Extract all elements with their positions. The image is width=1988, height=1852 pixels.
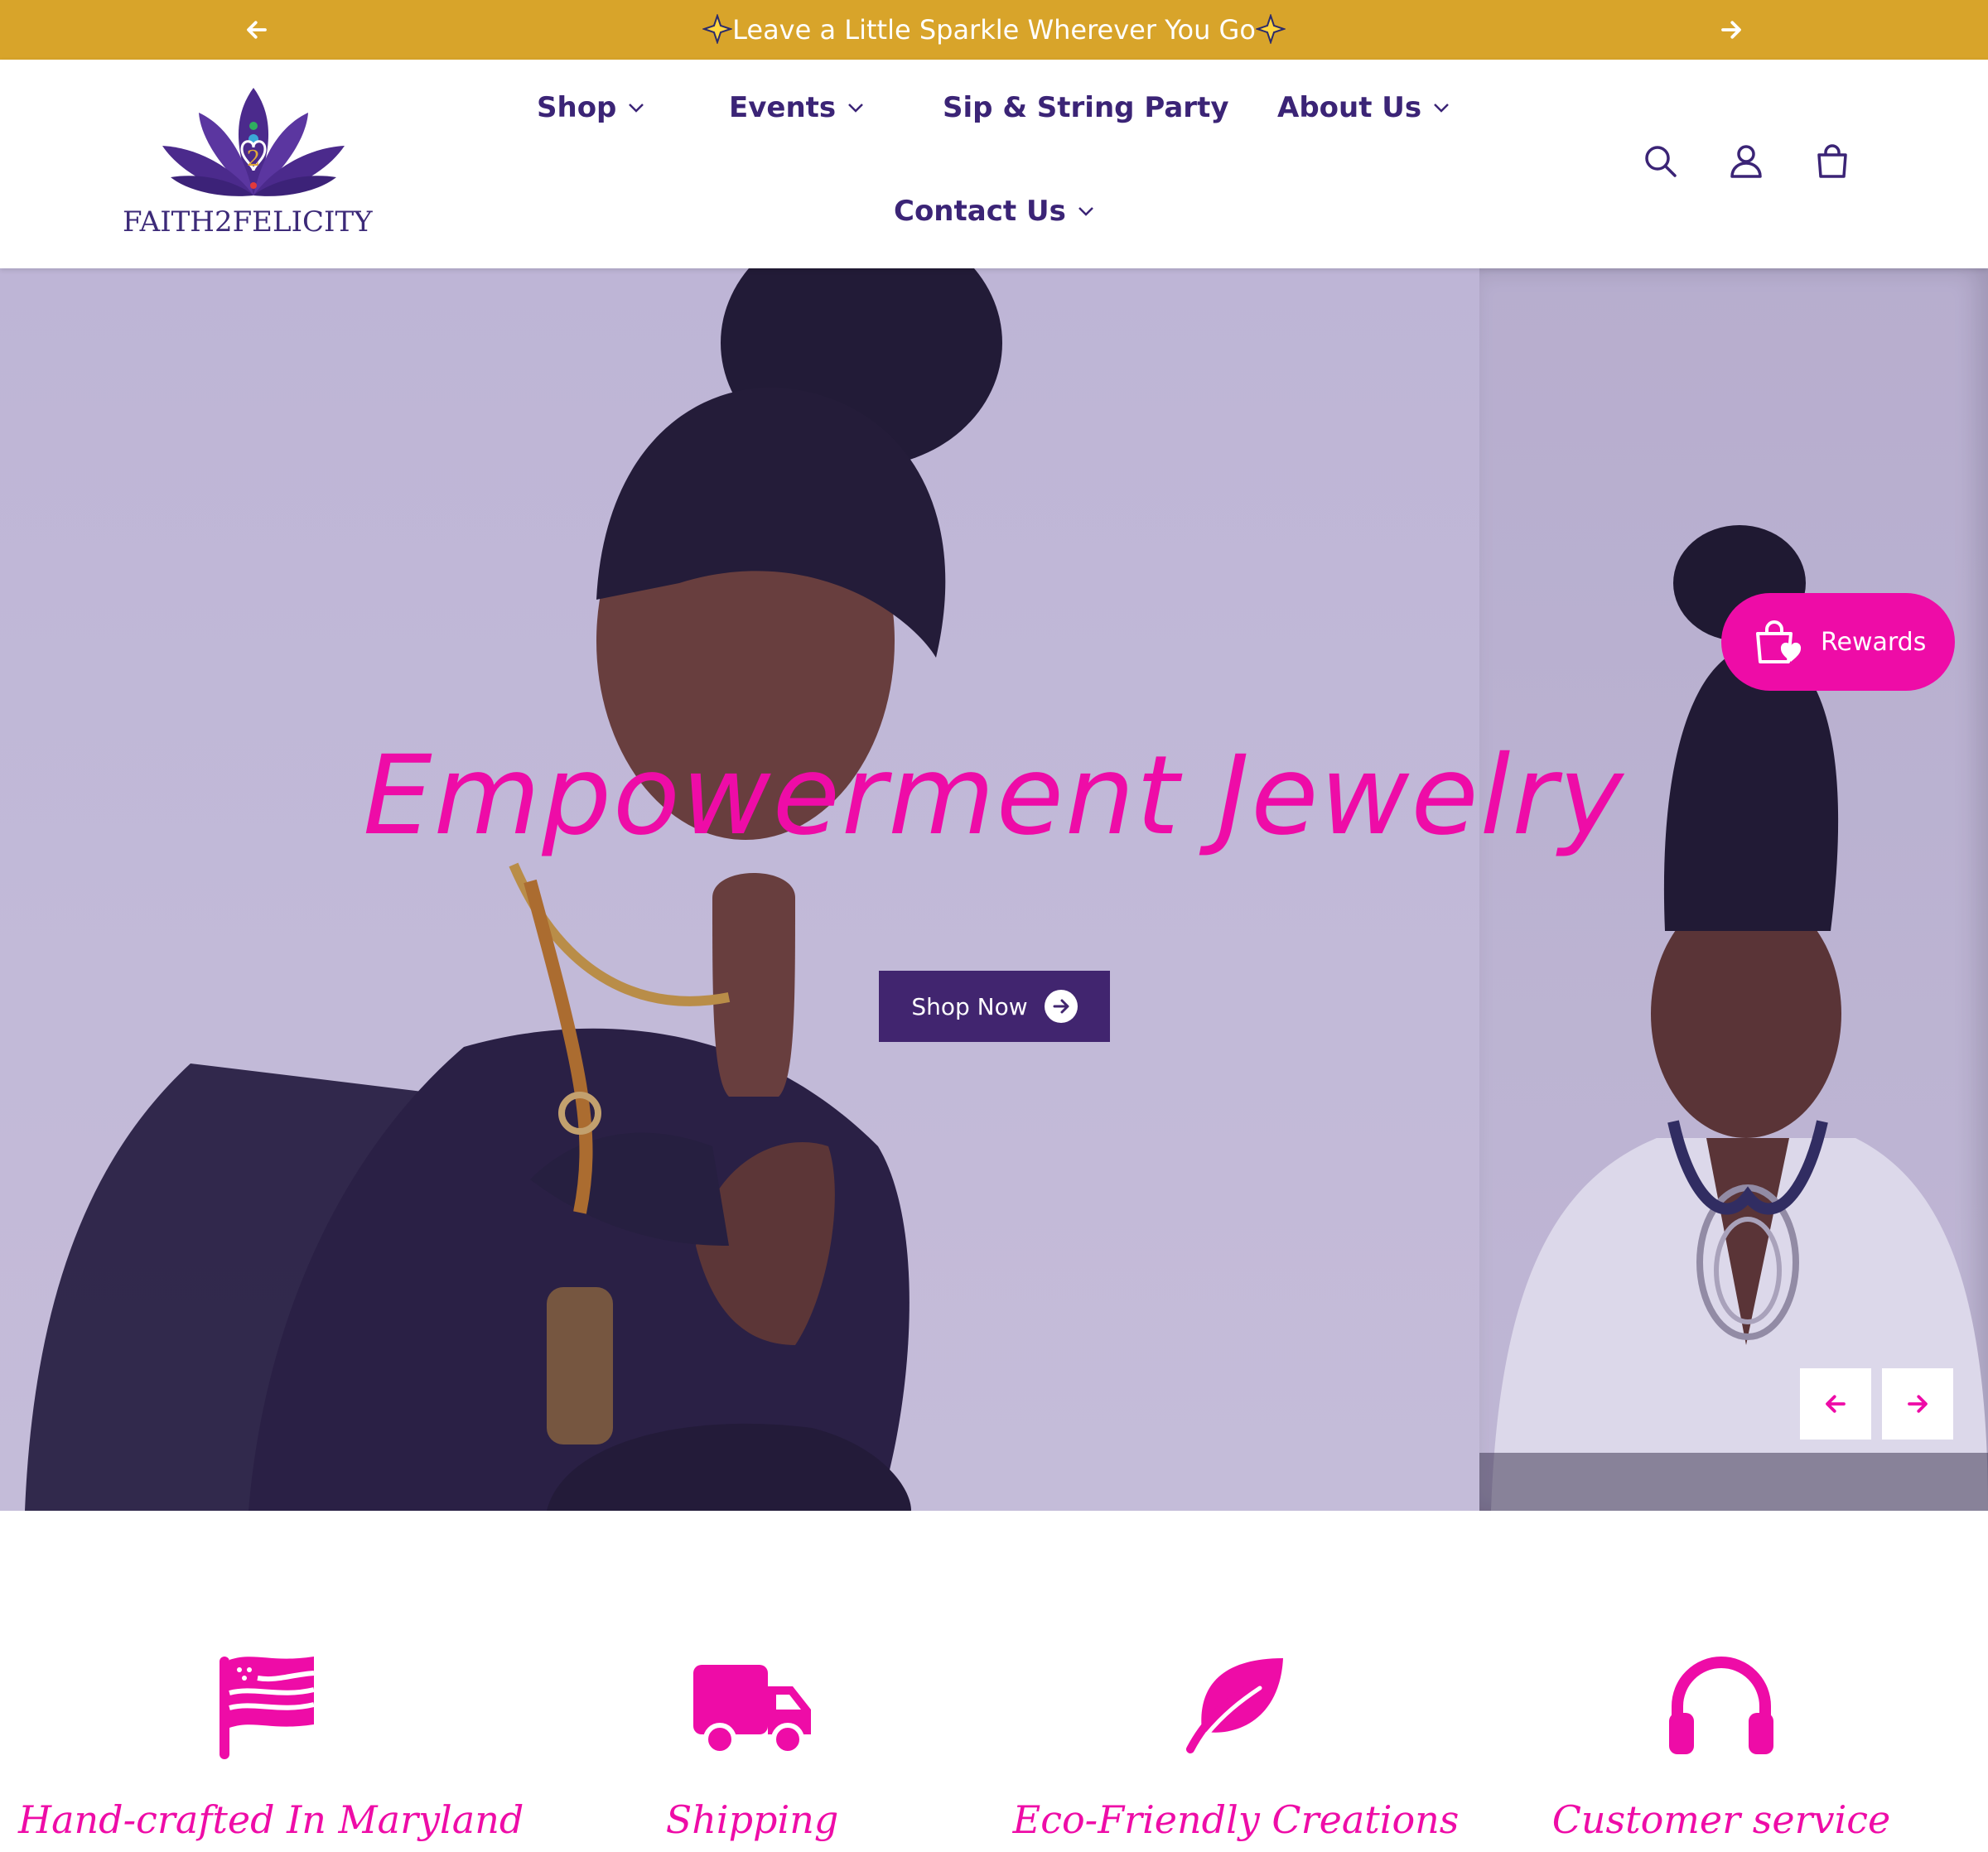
chevron-down-icon bbox=[1078, 207, 1093, 216]
nav-shop-label: Shop bbox=[537, 91, 617, 124]
chevron-down-icon bbox=[1434, 104, 1450, 113]
leaf-icon bbox=[1186, 1658, 1283, 1753]
feature-eco-friendly: Eco-Friendly Creations bbox=[987, 1511, 1484, 1852]
nav-about-us-label: About Us bbox=[1277, 91, 1422, 124]
feature-handcrafted: Hand-crafted In Maryland bbox=[18, 1511, 524, 1852]
truck-icon bbox=[693, 1665, 811, 1756]
nav-contact-us-label: Contact Us bbox=[894, 195, 1066, 228]
announcement-text: Leave a Little Sparkle Wherever You Go bbox=[732, 14, 1256, 46]
nav-about-us[interactable]: About Us bbox=[1277, 91, 1450, 124]
announcement-bar: Leave a Little Sparkle Wherever You Go bbox=[0, 0, 1988, 60]
lotus-logo-icon: 2 bbox=[162, 88, 345, 196]
arrow-right-icon bbox=[1721, 21, 1741, 39]
hero-slider: Empowerment Jewelry Shop Now bbox=[0, 268, 1988, 1511]
feature-shipping: Shipping bbox=[504, 1511, 1001, 1852]
flag-icon bbox=[220, 1657, 315, 1759]
feature-label: Eco-Friendly Creations bbox=[1012, 1797, 1460, 1842]
nav-sip-string-party[interactable]: Sip & String Party bbox=[943, 91, 1228, 124]
sparkle-icon bbox=[702, 14, 733, 44]
slider-prev-button[interactable] bbox=[1800, 1368, 1871, 1440]
search-icon[interactable] bbox=[1642, 142, 1678, 179]
feature-label: Shipping bbox=[665, 1797, 839, 1842]
slider-next-button[interactable] bbox=[1882, 1368, 1953, 1440]
svg-text:2: 2 bbox=[247, 147, 261, 171]
shopping-bag-heart-icon bbox=[1756, 620, 1802, 663]
arrow-right-icon bbox=[1908, 1395, 1928, 1413]
feature-label: Hand-crafted In Maryland bbox=[18, 1797, 524, 1842]
site-logo[interactable]: 2 FAITH2FELICITY bbox=[116, 80, 381, 245]
rewards-label: Rewards bbox=[1821, 627, 1927, 657]
chevron-down-icon bbox=[848, 104, 864, 113]
feature-label: Customer service bbox=[1551, 1797, 1891, 1842]
announcement-next-button[interactable] bbox=[1715, 13, 1748, 46]
hero-title: Empowerment Jewelry bbox=[363, 732, 1625, 860]
hero-model-image bbox=[0, 268, 1988, 1511]
features-section: Hand-crafted In Maryland Shipping Eco-Fr… bbox=[0, 1511, 1988, 1852]
rewards-button[interactable]: Rewards bbox=[1721, 593, 1955, 691]
shop-now-label: Shop Now bbox=[911, 992, 1028, 1020]
logo-wordmark: FAITH2FELICITY bbox=[123, 205, 373, 239]
nav-events[interactable]: Events bbox=[729, 91, 864, 124]
headphones-icon bbox=[1669, 1657, 1773, 1754]
account-icon[interactable] bbox=[1728, 142, 1764, 179]
sparkle-icon bbox=[1255, 14, 1286, 44]
chevron-down-icon bbox=[629, 104, 644, 113]
arrow-right-circle-icon bbox=[1044, 990, 1078, 1023]
nav-events-label: Events bbox=[729, 91, 837, 124]
cart-icon[interactable] bbox=[1814, 142, 1850, 179]
nav-sip-string-party-label: Sip & String Party bbox=[943, 91, 1229, 124]
arrow-left-icon bbox=[1826, 1395, 1846, 1413]
announcement-message[interactable]: Leave a Little Sparkle Wherever You Go bbox=[0, 12, 1988, 48]
nav-contact-us[interactable]: Contact Us bbox=[894, 195, 1094, 228]
nav-shop[interactable]: Shop bbox=[537, 91, 644, 124]
shop-now-button[interactable]: Shop Now bbox=[879, 971, 1110, 1042]
site-header: 2 FAITH2FELICITY Shop Events Sip & Strin… bbox=[0, 60, 1988, 268]
feature-customer-service: Customer service bbox=[1473, 1511, 1970, 1852]
